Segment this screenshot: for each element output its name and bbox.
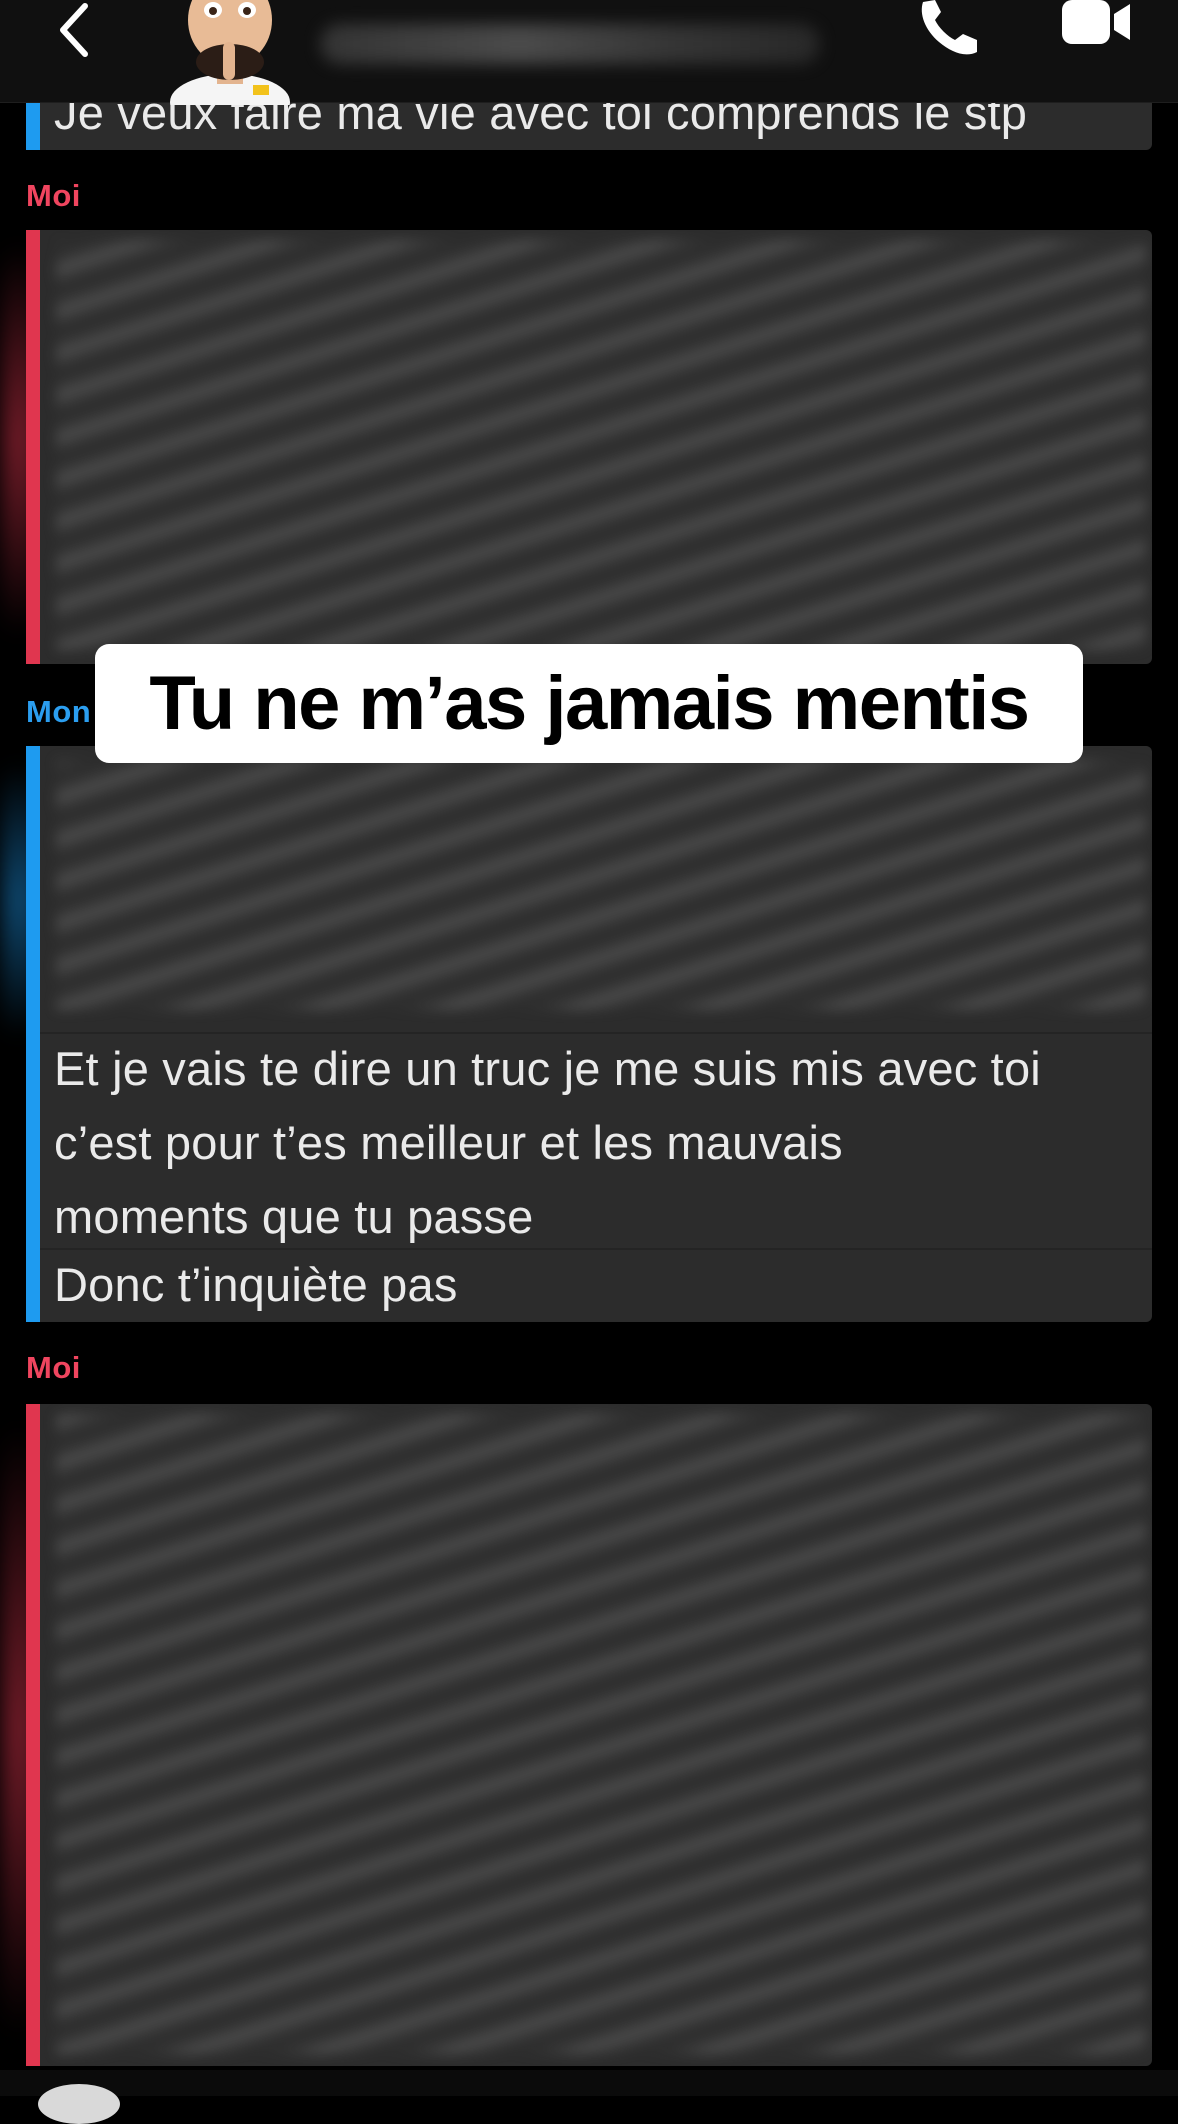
message-line: Et je vais te dire un truc je me suis mi…: [54, 1042, 1041, 1095]
video-camera-icon: [1062, 0, 1130, 44]
chevron-left-icon: [60, 3, 88, 57]
sender-bar-other: [26, 746, 40, 1322]
bottom-bar: [0, 2070, 1178, 2096]
video-call-button[interactable]: [1058, 0, 1138, 50]
blurred-content: [56, 240, 1146, 650]
sender-label-me: Moi: [26, 178, 81, 213]
phone-icon: [921, 0, 977, 55]
back-button[interactable]: [40, 0, 110, 60]
sender-label-other: Mon: [26, 694, 92, 729]
contact-name-blurred[interactable]: [320, 24, 820, 64]
sender-label-me: Moi: [26, 1350, 81, 1385]
caption-text: Tu ne m’as jamais mentis: [149, 661, 1030, 746]
message-line: Donc t’inquiète pas: [54, 1258, 458, 1311]
chat-header: [0, 0, 1178, 105]
blurred-content: [56, 1414, 1146, 2054]
camera-button[interactable]: [38, 2084, 120, 2124]
avatar[interactable]: [165, 0, 295, 105]
sender-bar-me: [26, 1404, 40, 2066]
message-bubble-blurred: [26, 1404, 1152, 2066]
caption-overlay: Tu ne m’as jamais mentis: [95, 644, 1083, 763]
call-button[interactable]: [915, 0, 985, 58]
message-line: c’est pour t’es meilleur et les mauvais: [54, 1116, 843, 1169]
message-bubble-blurred: [26, 230, 1152, 664]
sender-bar-me: [26, 230, 40, 664]
avatar-icon: [170, 0, 290, 105]
message-line: moments que tu passe: [54, 1190, 534, 1243]
blurred-content: [56, 760, 1146, 1010]
